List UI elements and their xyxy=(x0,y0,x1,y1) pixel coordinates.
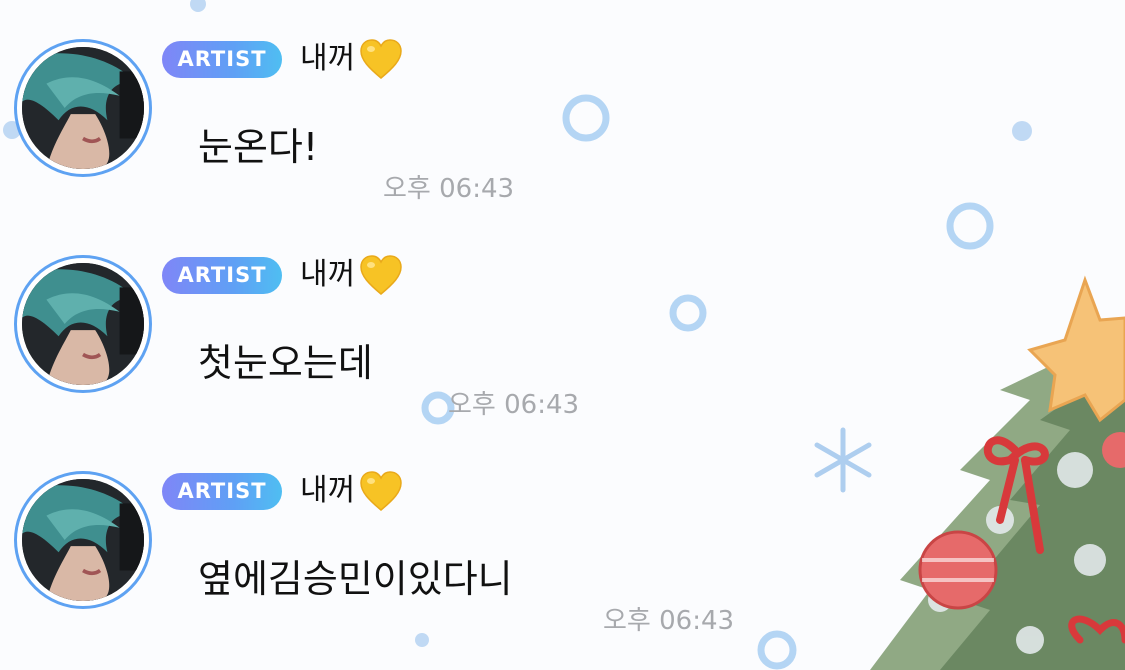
profile-photo xyxy=(22,479,144,601)
avatar[interactable] xyxy=(14,255,152,393)
chat-message: ARTIST 내꺼 첫눈오는데 오후 06:43 xyxy=(0,216,1125,426)
sender-row: 내꺼 xyxy=(300,36,403,82)
sender-name[interactable]: 내꺼 xyxy=(300,252,355,298)
artist-badge: ARTIST xyxy=(162,257,282,294)
avatar[interactable] xyxy=(14,39,152,177)
chat-message: ARTIST 내꺼 옆에김승민이있다니 오후 06:43 xyxy=(0,432,1125,642)
profile-photo xyxy=(22,47,144,169)
sender-name[interactable]: 내꺼 xyxy=(300,468,355,514)
yellow-heart-icon xyxy=(359,470,403,512)
artist-badge: ARTIST xyxy=(162,473,282,510)
message-timestamp: 오후 06:43 xyxy=(448,390,580,420)
yellow-heart-icon xyxy=(359,254,403,296)
sender-row: 내꺼 xyxy=(300,252,403,298)
message-timestamp: 오후 06:43 xyxy=(603,606,735,636)
chat-message-list[interactable]: ARTIST 내꺼 눈온다! 오후 06:43 ARTIST 내꺼 첫눈오는데 … xyxy=(0,0,1125,670)
profile-photo xyxy=(22,263,144,385)
sender-name[interactable]: 내꺼 xyxy=(300,36,355,82)
message-text[interactable]: 첫눈오는데 xyxy=(198,338,373,388)
message-text[interactable]: 눈온다! xyxy=(198,122,318,172)
message-timestamp: 오후 06:43 xyxy=(383,174,515,204)
artist-badge: ARTIST xyxy=(162,41,282,78)
sender-row: 내꺼 xyxy=(300,468,403,514)
yellow-heart-icon xyxy=(359,38,403,80)
chat-message: ARTIST 내꺼 눈온다! 오후 06:43 xyxy=(0,0,1125,210)
message-text[interactable]: 옆에김승민이있다니 xyxy=(198,554,513,604)
avatar[interactable] xyxy=(14,471,152,609)
